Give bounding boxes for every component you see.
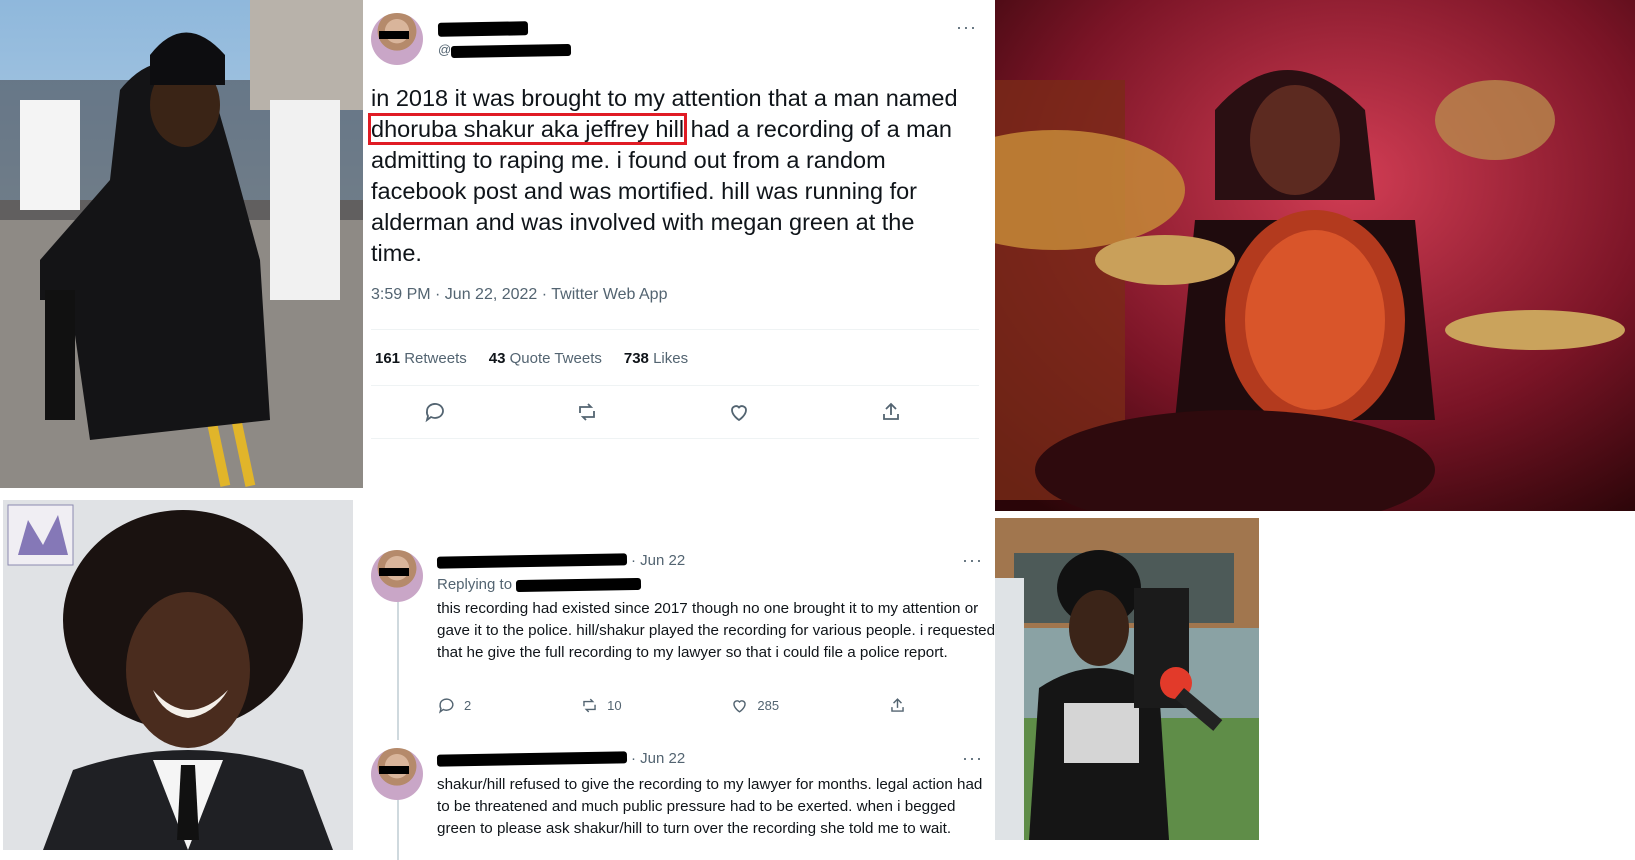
- tweet-text: in 2018 it was brought to my attention t…: [367, 83, 971, 269]
- more-options-icon[interactable]: ···: [962, 551, 983, 569]
- share-button[interactable]: [888, 696, 907, 715]
- divider: [371, 438, 979, 439]
- photo-rally-man: [0, 0, 363, 488]
- photo-speaker-interview: [994, 518, 1259, 840]
- retweets-label: Retweets: [404, 350, 467, 367]
- retweet-icon[interactable]: [575, 400, 599, 424]
- reply-text: this recording had existed since 2017 th…: [437, 600, 996, 661]
- retweet-count: 10: [607, 698, 622, 713]
- retweets-stat[interactable]: 161 Retweets: [375, 350, 467, 367]
- replying-to-label: Replying to: [437, 576, 513, 593]
- tweet-text-start: in 2018 it was brought to my attention t…: [371, 85, 958, 111]
- reply-text: shakur/hill refused to give the recordin…: [437, 776, 983, 837]
- reply-header: · Jun 22: [436, 750, 685, 767]
- heart-icon[interactable]: [727, 400, 751, 424]
- tweet-actions: [423, 400, 903, 424]
- divider: [371, 329, 979, 330]
- reply-date[interactable]: · Jun 22: [631, 750, 685, 767]
- quote-tweets-stat[interactable]: 43 Quote Tweets: [489, 350, 602, 367]
- more-options-icon[interactable]: ···: [956, 18, 977, 36]
- retweet-button[interactable]: 10: [580, 696, 622, 715]
- reply-actions: 2 10 285: [437, 696, 907, 715]
- thread-connector: [397, 798, 399, 860]
- likes-count: 738: [623, 350, 649, 367]
- divider: [371, 385, 979, 386]
- reply-header: · Jun 22: [436, 552, 685, 569]
- like-button[interactable]: 285: [730, 696, 779, 715]
- reply-count: 2: [464, 698, 472, 713]
- retweet-icon: [583, 698, 596, 713]
- reply-author-avatar[interactable]: [371, 748, 423, 800]
- tweet-panel: @ ··· in 2018 it was brought to my atten…: [363, 0, 995, 860]
- reply-button[interactable]: 2: [437, 696, 471, 715]
- handle-redacted: [451, 43, 572, 58]
- reply-date[interactable]: · Jun 22: [631, 552, 685, 569]
- replying-to: Replying to: [437, 576, 642, 593]
- handle-prefix: @: [438, 42, 452, 57]
- quotes-count: 43: [488, 350, 506, 367]
- retweets-count: 161: [375, 350, 401, 367]
- photo-portrait-smiling-man: [3, 500, 353, 850]
- highlighted-name: dhoruba shakur aka jeffrey hill: [367, 113, 688, 145]
- thread-connector: [397, 600, 399, 740]
- reply-icon[interactable]: [423, 400, 447, 424]
- replying-to-handle-redacted[interactable]: [516, 577, 642, 593]
- share-icon: [891, 698, 904, 712]
- author-avatar[interactable]: [371, 13, 423, 65]
- tweet-timestamp[interactable]: 3:59 PM · Jun 22, 2022 · Twitter Web App: [371, 286, 667, 304]
- photo-drummer: [995, 0, 1635, 511]
- like-count: 285: [757, 698, 780, 713]
- share-icon[interactable]: [879, 400, 903, 424]
- heart-icon: [733, 700, 747, 713]
- reply-author-redacted: [436, 751, 628, 767]
- reply-author-avatar[interactable]: [371, 550, 423, 602]
- author-handle[interactable]: @: [438, 42, 572, 58]
- more-options-icon[interactable]: ···: [962, 749, 983, 767]
- likes-label: Likes: [653, 350, 689, 367]
- likes-stat[interactable]: 738 Likes: [624, 350, 688, 367]
- author-name-redacted: [437, 21, 529, 37]
- reply-icon: [438, 698, 454, 714]
- tweet-stats: 161 Retweets 43 Quote Tweets 738 Likes: [375, 350, 688, 367]
- reply-author-redacted: [436, 553, 628, 569]
- quotes-label: Quote Tweets: [509, 350, 602, 367]
